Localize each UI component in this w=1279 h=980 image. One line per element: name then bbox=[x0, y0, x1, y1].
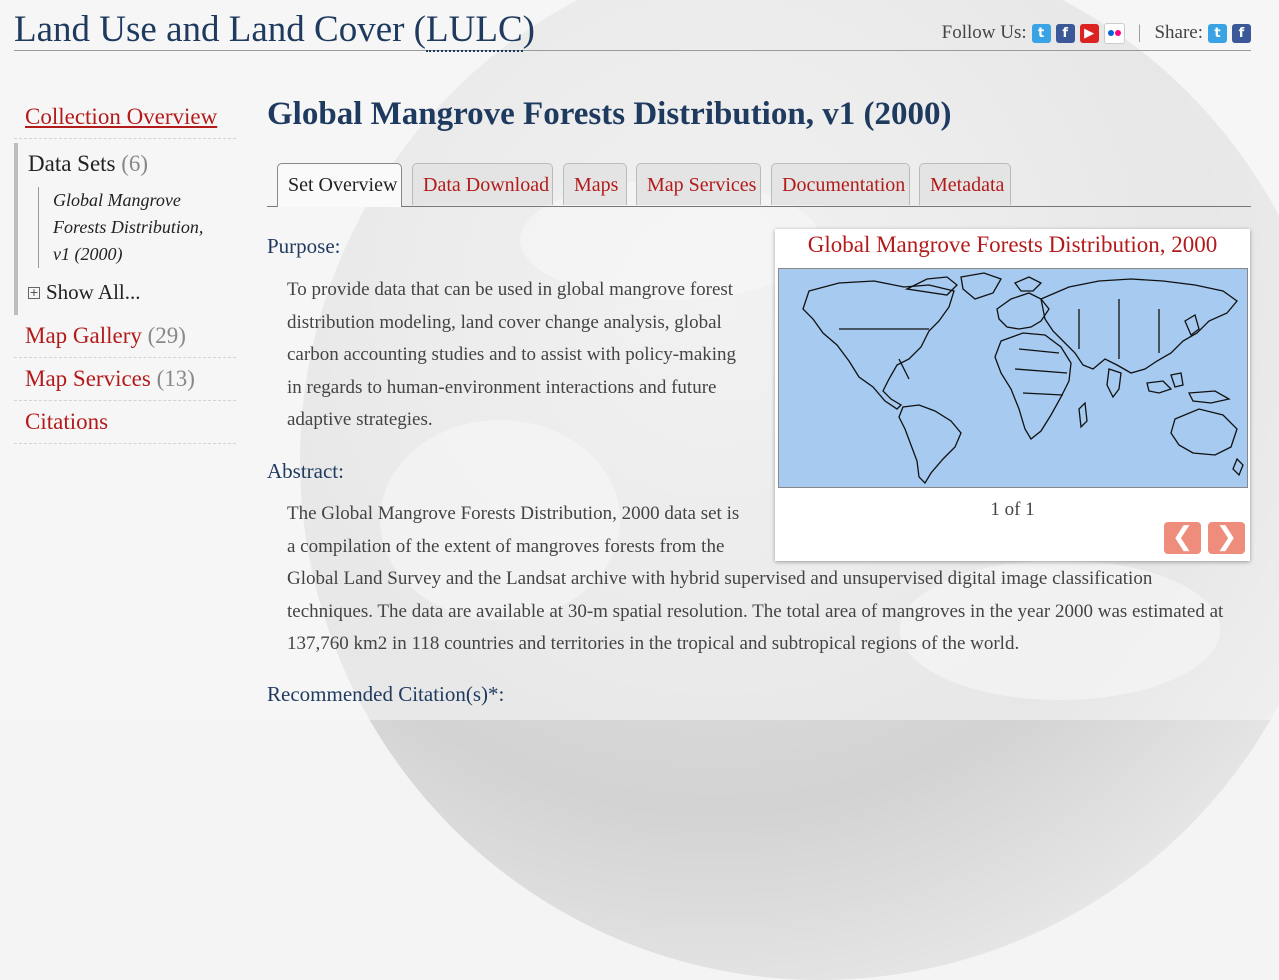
youtube-icon[interactable]: ▶ bbox=[1079, 23, 1099, 43]
tab-bar: Set Overview Data Download Maps Map Serv… bbox=[267, 162, 1251, 207]
site-title[interactable]: Land Use and Land Cover (LULC) bbox=[14, 8, 535, 52]
tab-maps[interactable]: Maps bbox=[563, 163, 627, 205]
map-gallery-count: (29) bbox=[147, 323, 186, 348]
map-services-count: (13) bbox=[156, 366, 195, 391]
tab-data-download[interactable]: Data Download bbox=[412, 163, 553, 205]
sidebar-link-map-services[interactable]: Map Services bbox=[25, 366, 151, 391]
tab-set-overview[interactable]: Set Overview bbox=[277, 163, 402, 207]
tab-metadata[interactable]: Metadata bbox=[919, 163, 1011, 205]
sidebar-link-map-gallery[interactable]: Map Gallery bbox=[25, 323, 142, 348]
share-twitter-icon[interactable]: t bbox=[1208, 23, 1227, 43]
purpose-line: carbon accounting studies and to assist … bbox=[287, 344, 737, 365]
map-title[interactable]: Global Mangrove Forests Distribution, 20… bbox=[775, 232, 1250, 258]
purpose-text: To provide data that can be used in glob… bbox=[287, 274, 757, 437]
datasets-heading[interactable]: Data Sets (6) bbox=[28, 151, 236, 177]
datasets-label: Data Sets bbox=[28, 151, 116, 176]
sidebar-item-map-gallery[interactable]: Map Gallery (29) bbox=[14, 315, 236, 358]
tab-map-services[interactable]: Map Services bbox=[636, 163, 761, 205]
twitter-icon[interactable]: t bbox=[1031, 23, 1051, 43]
show-all-toggle[interactable]: + Show All... bbox=[28, 280, 236, 305]
show-all-label: Show All... bbox=[46, 280, 141, 304]
map-preview-card: Global Mangrove Forests Distribution, 20… bbox=[775, 229, 1250, 561]
follow-label: Follow Us: bbox=[941, 22, 1027, 43]
facebook-icon[interactable]: f bbox=[1055, 23, 1075, 43]
world-map-image[interactable] bbox=[778, 268, 1248, 488]
sidebar-item-map-services[interactable]: Map Services (13) bbox=[14, 358, 236, 401]
site-header: Land Use and Land Cover (LULC) Follow Us… bbox=[14, 8, 1251, 52]
current-dataset-line: Global Mangrove bbox=[53, 190, 181, 210]
world-map-outline bbox=[802, 272, 1244, 485]
purpose-line: distribution modeling, land cover change… bbox=[287, 311, 722, 333]
share-label: Share: bbox=[1154, 22, 1203, 43]
separator: | bbox=[1137, 22, 1142, 43]
sidebar-item-datasets: Data Sets (6) Global Mangrove Forests Di… bbox=[14, 143, 236, 315]
purpose-line: adaptive strategies. bbox=[287, 409, 433, 430]
expand-plus-icon[interactable]: + bbox=[28, 286, 40, 299]
sidebar-item-citations[interactable]: Citations bbox=[14, 401, 236, 444]
current-dataset-line: v1 (2000) bbox=[53, 244, 123, 264]
main-content: Global Mangrove Forests Distribution, v1… bbox=[267, 96, 1251, 207]
purpose-line: To provide data that can be used in glob… bbox=[287, 279, 734, 300]
site-title-close: ) bbox=[522, 9, 535, 50]
sidebar-link-citations[interactable]: Citations bbox=[25, 409, 108, 434]
abstract-heading: Abstract: bbox=[267, 459, 344, 483]
flickr-icon[interactable] bbox=[1103, 22, 1125, 44]
social-bar: Follow Us: t f ▶ | Share: t f bbox=[942, 22, 1251, 44]
purpose-line: in regards to human-environment interact… bbox=[287, 376, 717, 398]
current-dataset-line: Forests Distribution, bbox=[53, 217, 204, 237]
current-dataset[interactable]: Global Mangrove Forests Distribution, v1… bbox=[38, 187, 236, 268]
tab-documentation[interactable]: Documentation bbox=[771, 163, 910, 205]
slide-counter: 1 of 1 bbox=[990, 499, 1035, 520]
datasets-count: (6) bbox=[121, 151, 149, 176]
sidebar-item-collection-overview[interactable]: Collection Overview bbox=[14, 100, 236, 139]
abstract-line: Global Land Survey and the Landsat archi… bbox=[287, 568, 1153, 589]
next-slide-button[interactable]: ❯ bbox=[1208, 522, 1245, 554]
prev-slide-button[interactable]: ❮ bbox=[1164, 522, 1201, 554]
share-facebook-icon[interactable]: f bbox=[1232, 23, 1251, 43]
abstract-line: techniques. The data are available at 30… bbox=[287, 600, 1224, 622]
sidebar: Collection Overview Data Sets (6) Global… bbox=[14, 100, 236, 444]
sidebar-link-collection-overview[interactable]: Collection Overview bbox=[25, 104, 217, 129]
site-title-text: Land Use and Land Cover ( bbox=[14, 9, 427, 50]
page-title: Global Mangrove Forests Distribution, v1… bbox=[267, 96, 952, 132]
purpose-heading: Purpose: bbox=[267, 234, 341, 258]
site-title-abbr: LULC bbox=[426, 9, 523, 52]
abstract-line: 137,760 km2 in 118 countries and territo… bbox=[287, 633, 1020, 654]
citation-heading: Recommended Citation(s)*: bbox=[267, 682, 505, 706]
